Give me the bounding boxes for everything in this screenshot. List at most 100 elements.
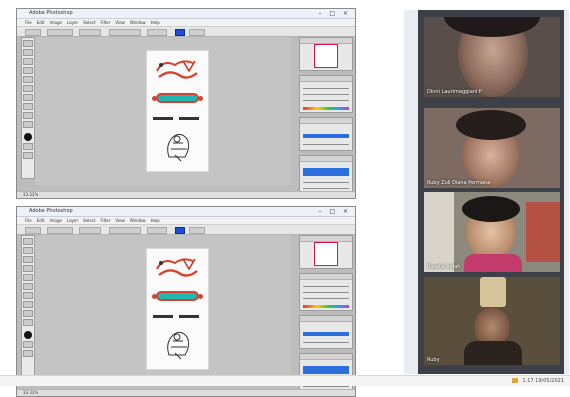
poster-artwork [147, 249, 208, 369]
tool-icon[interactable] [23, 94, 33, 101]
layers-panel[interactable] [299, 353, 353, 393]
poster-illustration [167, 331, 190, 360]
tray-app-icon[interactable] [511, 378, 518, 383]
menu-filter[interactable]: Filter [100, 19, 110, 26]
menu-select[interactable]: Select [83, 19, 95, 26]
menu-select[interactable]: Select [83, 217, 95, 224]
window-controls[interactable]: – □ × [318, 208, 351, 215]
option-chip[interactable] [189, 29, 205, 36]
tool-icon[interactable] [23, 350, 33, 357]
tool-icon[interactable] [23, 103, 33, 110]
navigator-panel[interactable] [299, 235, 353, 269]
option-chip[interactable] [25, 29, 41, 36]
navigator-thumbnail[interactable] [314, 242, 338, 266]
option-chip[interactable] [109, 227, 141, 234]
participant-name: Rosalia Indah [427, 264, 461, 270]
option-chip[interactable] [189, 227, 205, 234]
participant-tile[interactable]: Ruby [424, 277, 560, 365]
menu-edit[interactable]: Edit [37, 19, 45, 26]
tool-icon[interactable] [23, 49, 33, 56]
poster-artwork [147, 51, 208, 171]
menu-layer[interactable]: Layer [67, 217, 78, 224]
tool-icon[interactable] [23, 256, 33, 263]
menu-help[interactable]: Help [151, 217, 160, 224]
menu-window[interactable]: Window [130, 217, 146, 224]
participant-tile[interactable]: Dinni Laurimaggiani P [424, 17, 560, 97]
tool-icon[interactable] [23, 143, 33, 150]
title-bar[interactable]: Adobe Photoshop – □ × [17, 9, 355, 19]
navigator-panel[interactable] [299, 37, 353, 71]
tray-clock[interactable]: 1:17 19/05/2021 [522, 378, 564, 384]
tool-icon[interactable] [23, 238, 33, 245]
layers-panel[interactable] [299, 155, 353, 195]
menu-view[interactable]: View [115, 217, 125, 224]
poster-caption-row [153, 115, 203, 123]
hair-shape [456, 110, 526, 140]
option-chip[interactable] [47, 29, 73, 36]
menu-filter[interactable]: Filter [100, 217, 110, 224]
navigator-thumbnail[interactable] [314, 44, 338, 68]
tool-icon[interactable] [23, 152, 33, 159]
color-panel[interactable] [299, 273, 353, 311]
tool-icon[interactable] [23, 283, 33, 290]
menu-help[interactable]: Help [151, 19, 160, 26]
menu-layer[interactable]: Layer [67, 19, 78, 26]
menu-edit[interactable]: Edit [37, 217, 45, 224]
window-title: Adobe Photoshop [29, 10, 73, 16]
tool-icon[interactable] [23, 40, 33, 47]
tool-icon[interactable] [23, 112, 33, 119]
color-panel[interactable] [299, 75, 353, 113]
history-panel[interactable] [299, 117, 353, 151]
tool-icon[interactable] [23, 341, 33, 348]
tool-icon[interactable] [23, 319, 33, 326]
menu-bar: File Edit Image Layer Select Filter View… [17, 19, 355, 27]
menu-file[interactable]: File [25, 217, 32, 224]
tool-icon[interactable] [23, 265, 33, 272]
tool-icon[interactable] [23, 301, 33, 308]
title-bar[interactable]: Adobe Photoshop – □ × [17, 207, 355, 217]
taskbar: 1:17 19/05/2021 [0, 375, 570, 386]
foreground-color-swatch[interactable] [24, 133, 32, 141]
tool-icon[interactable] [23, 58, 33, 65]
tool-icon[interactable] [23, 85, 33, 92]
editor-window-top[interactable]: Adobe Photoshop – □ × File Edit Image La… [16, 8, 356, 199]
menu-image[interactable]: Image [49, 19, 62, 26]
video-call-panel: Dinni Laurimaggiani P Ruby Zuli Diana Pe… [404, 10, 569, 374]
toolbox [21, 37, 35, 179]
menu-window[interactable]: Window [130, 19, 146, 26]
color-chip[interactable] [175, 29, 185, 36]
foreground-color-swatch[interactable] [24, 331, 32, 339]
option-chip[interactable] [79, 227, 101, 234]
options-bar [17, 225, 355, 235]
participant-tile[interactable]: Rosalia Indah [424, 192, 560, 272]
status-bar: 33.33% [17, 191, 355, 198]
tool-icon[interactable] [23, 121, 33, 128]
tool-icon[interactable] [23, 274, 33, 281]
participant-tile[interactable]: Ruby Zuli Diana Permana [424, 108, 560, 188]
option-chip[interactable] [79, 29, 101, 36]
panel-dock [299, 235, 353, 393]
editor-window-bottom[interactable]: Adobe Photoshop – □ × File Edit Image La… [16, 206, 356, 397]
poster-caption-row [153, 313, 203, 321]
poster-logo [156, 60, 198, 79]
tool-icon[interactable] [23, 67, 33, 74]
tool-icon[interactable] [23, 292, 33, 299]
menu-image[interactable]: Image [49, 217, 62, 224]
poster-logo [156, 258, 198, 277]
menu-file[interactable]: File [25, 19, 32, 26]
tool-icon[interactable] [23, 310, 33, 317]
tool-icon[interactable] [23, 247, 33, 254]
option-chip[interactable] [147, 29, 167, 36]
poster-banner [152, 291, 203, 301]
hair-shape [462, 196, 520, 222]
option-chip[interactable] [25, 227, 41, 234]
option-chip[interactable] [147, 227, 167, 234]
option-chip[interactable] [109, 29, 141, 36]
option-chip[interactable] [47, 227, 73, 234]
window-controls[interactable]: – □ × [318, 10, 351, 17]
menu-view[interactable]: View [115, 19, 125, 26]
color-chip[interactable] [175, 227, 185, 234]
tool-icon[interactable] [23, 76, 33, 83]
system-tray: 1:17 19/05/2021 [511, 377, 564, 385]
history-panel[interactable] [299, 315, 353, 349]
